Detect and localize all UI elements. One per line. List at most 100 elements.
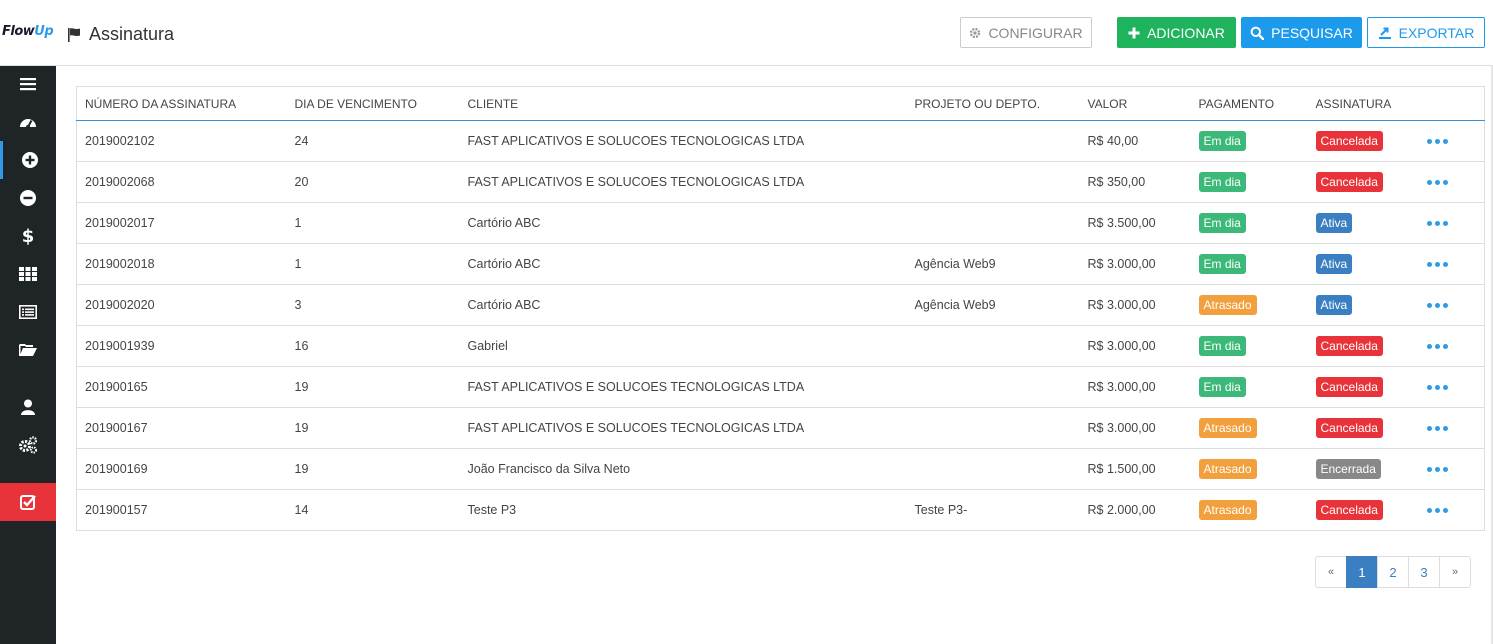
table-row[interactable]: 2019002020 3 Cartório ABC Agência Web9 R$ 3.… xyxy=(76,284,1485,326)
cell-actions xyxy=(1420,325,1485,367)
table-row[interactable]: 2019002102 24 FAST APLICATIVOS E SOLUCOES … xyxy=(76,120,1485,162)
sidebar-item-dashboard[interactable] xyxy=(0,103,56,141)
table-row[interactable]: 201900167 19 FAST APLICATIVOS E SOLUCOES T… xyxy=(76,407,1485,449)
sidebar-item-finance[interactable]: $ xyxy=(0,217,56,255)
cell-value: R$ 3.000,00 xyxy=(1079,284,1191,326)
more-actions-icon[interactable] xyxy=(1426,179,1485,185)
cell-due-day: 14 xyxy=(286,489,460,531)
sidebar-menu-toggle[interactable] xyxy=(0,65,56,103)
cell-number: 2019002018 xyxy=(76,243,287,285)
cell-subscription: Cancelada xyxy=(1307,120,1421,162)
more-actions-icon[interactable] xyxy=(1426,425,1485,431)
cell-payment: Em dia xyxy=(1190,202,1308,244)
col-header-due-day[interactable]: DIA DE VENCIMENTO xyxy=(286,86,460,121)
payment-status-badge: Atrasado xyxy=(1198,500,1257,520)
cell-subscription: Cancelada xyxy=(1307,407,1421,449)
cell-due-day: 24 xyxy=(286,120,460,162)
checkbox-icon xyxy=(20,495,36,510)
more-actions-icon[interactable] xyxy=(1426,220,1485,226)
cell-value: R$ 3.000,00 xyxy=(1079,366,1191,408)
pagination-page-2[interactable]: 2 xyxy=(1377,556,1409,588)
cell-subscription: Cancelada xyxy=(1307,161,1421,203)
cell-number: 201900169 xyxy=(76,448,287,490)
export-button[interactable]: EXPORTAR xyxy=(1367,17,1485,48)
cell-project xyxy=(906,366,1080,408)
cell-number: 2019002017 xyxy=(76,202,287,244)
cell-number: 201900157 xyxy=(76,489,287,531)
cell-number: 2019002102 xyxy=(76,120,287,162)
table-row[interactable]: 2019002018 1 Cartório ABC Agência Web9 R$ 3.… xyxy=(76,243,1485,285)
more-actions-icon[interactable] xyxy=(1426,261,1485,267)
export-icon xyxy=(1378,27,1391,39)
cell-number: 2019002068 xyxy=(76,161,287,203)
cell-payment: Em dia xyxy=(1190,366,1308,408)
pagination-next[interactable]: » xyxy=(1439,556,1471,588)
cell-due-day: 3 xyxy=(286,284,460,326)
cell-value: R$ 3.500,00 xyxy=(1079,202,1191,244)
cell-due-day: 1 xyxy=(286,243,460,285)
cell-payment: Atrasado xyxy=(1190,489,1308,531)
payment-status-badge: Em dia xyxy=(1198,172,1246,192)
payment-status-badge: Atrasado xyxy=(1198,459,1257,479)
pagination-page-1[interactable]: 1 xyxy=(1346,556,1378,588)
cell-actions xyxy=(1420,407,1485,449)
col-header-subscription[interactable]: ASSINATURA xyxy=(1307,86,1421,121)
list-icon xyxy=(19,305,37,319)
cell-due-day: 1 xyxy=(286,202,460,244)
cell-subscription: Ativa xyxy=(1307,202,1421,244)
subscription-status-badge: Ativa xyxy=(1315,295,1353,315)
more-actions-icon[interactable] xyxy=(1426,384,1485,390)
cell-payment: Em dia xyxy=(1190,243,1308,285)
more-actions-icon[interactable] xyxy=(1426,466,1485,472)
col-header-project[interactable]: PROJETO OU DEPTO. xyxy=(906,86,1080,121)
sidebar-item-list[interactable] xyxy=(0,293,56,331)
col-header-payment[interactable]: PAGAMENTO xyxy=(1190,86,1308,121)
sidebar-item-tasks[interactable] xyxy=(0,483,56,521)
more-actions-icon[interactable] xyxy=(1426,138,1485,144)
pagination-page-3[interactable]: 3 xyxy=(1408,556,1440,588)
sidebar-item-users[interactable] xyxy=(0,388,56,426)
more-actions-icon[interactable] xyxy=(1426,302,1485,308)
subscription-status-badge: Cancelada xyxy=(1315,418,1383,438)
logo-text-up: Up xyxy=(34,24,54,39)
cell-subscription: Ativa xyxy=(1307,284,1421,326)
subscription-status-badge: Cancelada xyxy=(1315,500,1383,520)
table-row[interactable]: 201900157 14 Teste P3 Teste P3- R$ 2.000,00 A… xyxy=(76,489,1485,531)
col-header-number[interactable]: NÚMERO DA ASSINATURA xyxy=(76,86,287,121)
flowup-logo[interactable]: FlowUp xyxy=(2,24,54,39)
plus-icon xyxy=(1128,27,1140,38)
main-content: NÚMERO DA ASSINATURA DIA DE VENCIMENTO C… xyxy=(56,66,1493,644)
col-header-value[interactable]: VALOR xyxy=(1079,86,1191,121)
col-header-client[interactable]: CLIENTE xyxy=(459,86,907,121)
sidebar-item-grid[interactable] xyxy=(0,255,56,293)
subscription-status-badge: Ativa xyxy=(1315,254,1353,274)
cell-project xyxy=(906,407,1080,449)
sidebar-item-add[interactable] xyxy=(0,141,56,179)
sidebar-item-remove[interactable] xyxy=(0,179,56,217)
table-row[interactable]: 2019001939 16 Gabriel R$ 3.000,00 Em dia Canc… xyxy=(76,325,1485,367)
pagination-prev[interactable]: « xyxy=(1315,556,1347,588)
sidebar-item-files[interactable] xyxy=(0,331,56,369)
table-row[interactable]: 2019002017 1 Cartório ABC R$ 3.500,00 Em dia… xyxy=(76,202,1485,244)
search-button[interactable]: PESQUISAR xyxy=(1241,17,1362,48)
table-row[interactable]: 201900169 19 João Francisco da Silva Neto R… xyxy=(76,448,1485,490)
cell-due-day: 16 xyxy=(286,325,460,367)
add-button[interactable]: ADICIONAR xyxy=(1117,17,1236,48)
payment-status-badge: Atrasado xyxy=(1198,418,1257,438)
cell-value: R$ 3.000,00 xyxy=(1079,407,1191,449)
cell-value: R$ 40,00 xyxy=(1079,120,1191,162)
cell-subscription: Encerrada xyxy=(1307,448,1421,490)
cell-client: Gabriel xyxy=(459,325,907,367)
cell-client: FAST APLICATIVOS E SOLUCOES TECNOLOGICAS… xyxy=(459,407,907,449)
cell-payment: Atrasado xyxy=(1190,448,1308,490)
configure-button[interactable]: CONFIGURAR xyxy=(960,17,1092,48)
table-row[interactable]: 2019002068 20 FAST APLICATIVOS E SOLUCOES … xyxy=(76,161,1485,203)
search-label: PESQUISAR xyxy=(1271,24,1353,41)
subscription-status-badge: Cancelada xyxy=(1315,336,1383,356)
sidebar-item-settings[interactable] xyxy=(0,426,56,464)
search-icon xyxy=(1250,26,1265,40)
more-actions-icon[interactable] xyxy=(1426,343,1485,349)
table-row[interactable]: 201900165 19 FAST APLICATIVOS E SOLUCOES T… xyxy=(76,366,1485,408)
minus-circle-icon xyxy=(20,190,36,206)
more-actions-icon[interactable] xyxy=(1426,507,1485,513)
